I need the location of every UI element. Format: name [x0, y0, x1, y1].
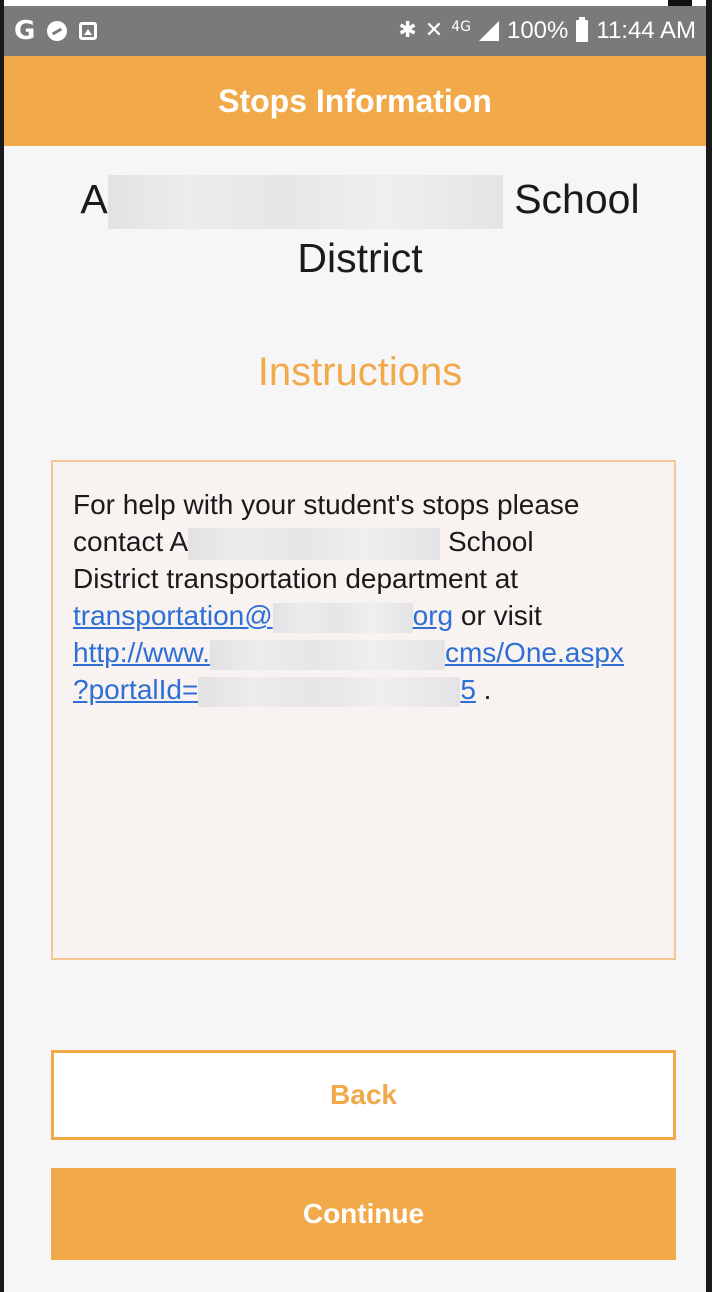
signal-icon — [478, 21, 499, 41]
redacted-district-name — [107, 175, 503, 230]
url-link[interactable]: http://www. cms/One.aspx — [73, 637, 624, 670]
district-name-prefix: A — [80, 176, 108, 222]
instructions-title: Instructions — [257, 350, 463, 394]
url-portal-start: ?portalId= — [73, 674, 199, 705]
mute-icon: ✕ — [424, 18, 444, 43]
page-title: Stops Information — [218, 82, 492, 119]
email-link-end: org — [412, 600, 454, 631]
frame-right-edge — [706, 0, 712, 1292]
redacted-email-domain — [272, 602, 413, 633]
district-name-line2: District — [297, 235, 423, 282]
bluetooth-icon: ✱ — [398, 18, 417, 43]
instructions-box: For help with your student's stops pleas… — [51, 460, 676, 960]
frame-left-edge — [0, 0, 4, 1292]
status-time: 11:44 AM — [596, 17, 696, 44]
battery-percent: 100% — [506, 17, 569, 44]
email-link-start: transportation@ — [73, 600, 273, 631]
url-link-start: http://www. — [73, 637, 210, 668]
instruction-line-1: For help with your student's stops pleas… — [73, 489, 580, 520]
district-name-suffix: School — [514, 176, 640, 222]
or-visit-text: or visit — [453, 600, 542, 631]
image-icon — [79, 22, 98, 40]
trailing-period: . — [475, 674, 492, 705]
instruction-line-3: District transportation department at — [73, 563, 519, 594]
status-right-icons: ✱ ✕ 4G 100% 11:44 AM — [398, 17, 696, 45]
back-button[interactable]: Back — [51, 1050, 676, 1140]
redacted-contact-name — [188, 527, 441, 560]
battery-icon — [576, 17, 589, 42]
app-header: Stops Information — [4, 56, 706, 146]
instruction-line-5: http://www. cms/One.aspx — [73, 634, 654, 671]
url-portal-end: 5 — [460, 674, 476, 705]
url-link-continued[interactable]: ?portalId= 5 — [73, 674, 476, 707]
contact-suffix: School — [447, 526, 534, 557]
continue-button[interactable]: Continue — [51, 1168, 676, 1260]
status-left-icons: G — [14, 16, 98, 46]
lte-icon: 4G — [451, 19, 471, 35]
instruction-line-6: ?portalId= 5 . — [73, 671, 654, 708]
instruction-line-4: transportation@ org or visit — [73, 597, 654, 634]
district-name: A School District — [60, 170, 660, 287]
google-icon: G — [14, 16, 36, 46]
status-bar: G ✱ ✕ 4G 100% 11:44 AM — [4, 6, 706, 56]
back-button-label: Back — [330, 1079, 397, 1110]
circle-block-icon — [47, 21, 68, 41]
instruction-line-2: contact A School — [73, 523, 654, 560]
continue-button-label: Continue — [302, 1198, 425, 1229]
redacted-portal-id — [198, 676, 461, 707]
contact-prefix: contact A — [73, 526, 189, 557]
url-link-end: cms/One.aspx — [444, 637, 624, 668]
district-name-line1: A School — [60, 170, 660, 230]
email-link[interactable]: transportation@ org — [73, 600, 454, 633]
redacted-url — [209, 639, 445, 670]
